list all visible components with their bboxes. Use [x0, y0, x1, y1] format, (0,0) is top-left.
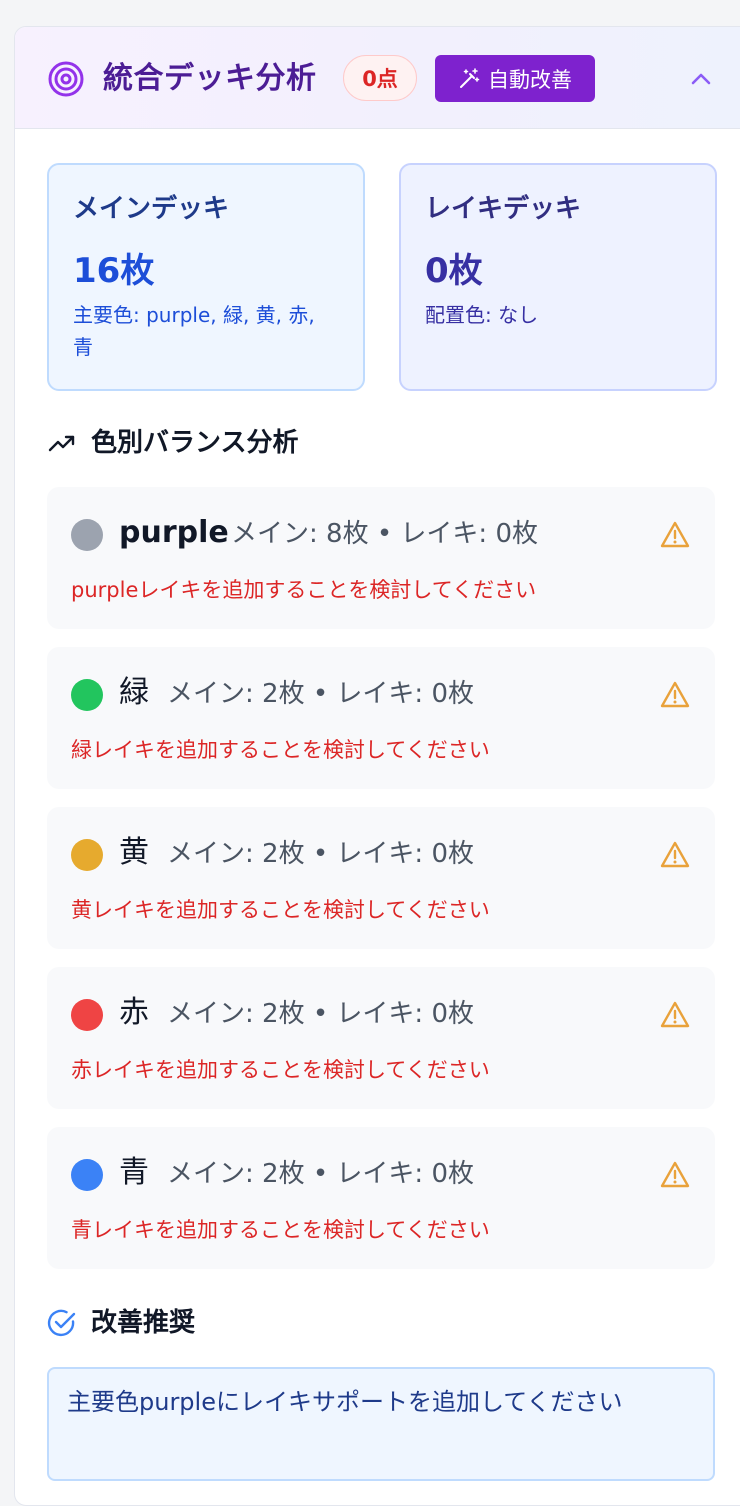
- warning-icon: [660, 1161, 690, 1188]
- color-message: 緑レイキを追加することを検討してください: [71, 738, 490, 762]
- recommendations-title: 改善推奨: [91, 1308, 196, 1338]
- color-name: purple: [119, 515, 229, 550]
- color-name: 緑: [119, 675, 149, 710]
- color-dot: [71, 519, 103, 551]
- main-deck-card: メインデッキ 16枚 主要色: purple, 緑, 黄, 赤, 青: [47, 163, 365, 391]
- chevron-up-icon[interactable]: [687, 65, 715, 93]
- balance-title: 色別バランス分析: [91, 428, 299, 458]
- leiki-deck-count: 0枚: [425, 251, 483, 291]
- leiki-deck-card: レイキデッキ 0枚 配置色: なし: [399, 163, 717, 391]
- score-badge: 0点: [343, 55, 417, 101]
- color-stats: メイン: 2枚 • レイキ: 0枚: [167, 1159, 474, 1189]
- panel-header[interactable]: 統合デッキ分析 0点 自動改善: [15, 27, 740, 129]
- color-row-green: 緑 メイン: 2枚 • レイキ: 0枚 緑レイキを追加することを検討してください: [47, 647, 715, 789]
- warning-icon: [660, 1001, 690, 1028]
- deck-analysis-panel: 統合デッキ分析 0点 自動改善 メインデッキ 16枚 主要色: purple, …: [14, 26, 740, 1506]
- magic-wand-icon: [460, 67, 480, 88]
- auto-improve-label: 自動改善: [488, 67, 572, 92]
- color-message: purpleレイキを追加することを検討してください: [71, 578, 537, 602]
- main-deck-colors: 主要色: purple, 緑, 黄, 赤, 青: [73, 303, 315, 359]
- color-message: 黄レイキを追加することを検討してください: [71, 898, 490, 922]
- color-stats: メイン: 2枚 • レイキ: 0枚: [167, 679, 474, 709]
- color-name: 赤: [119, 995, 149, 1030]
- panel-title: 統合デッキ分析: [103, 61, 317, 96]
- color-message: 青レイキを追加することを検討してください: [71, 1218, 490, 1242]
- main-deck-count: 16枚: [73, 251, 155, 291]
- color-name: 黄: [119, 835, 149, 870]
- leiki-deck-title: レイキデッキ: [425, 194, 582, 224]
- color-row-red: 赤 メイン: 2枚 • レイキ: 0枚 赤レイキを追加することを検討してください: [47, 967, 715, 1109]
- recommendations-section-title: 改善推奨: [47, 1305, 195, 1341]
- warning-icon: [660, 521, 690, 548]
- color-stats: メイン: 2枚 • レイキ: 0枚: [167, 839, 474, 869]
- warning-icon: [660, 681, 690, 708]
- color-stats: メイン: 2枚 • レイキ: 0枚: [167, 999, 474, 1029]
- color-dot: [71, 679, 103, 711]
- color-dot: [71, 999, 103, 1031]
- color-row-yellow: 黄 メイン: 2枚 • レイキ: 0枚 黄レイキを追加することを検討してください: [47, 807, 715, 949]
- color-stats: メイン: 8枚 • レイキ: 0枚: [231, 519, 538, 549]
- color-message: 赤レイキを追加することを検討してください: [71, 1058, 490, 1082]
- recommendation-item: 主要色purpleにレイキサポートを追加してください: [47, 1367, 715, 1481]
- check-circle-icon: [47, 1309, 76, 1337]
- warning-icon: [660, 841, 690, 868]
- main-deck-title: メインデッキ: [73, 194, 230, 224]
- leiki-deck-colors: 配置色: なし: [425, 303, 539, 327]
- balance-section-title: 色別バランス分析: [47, 425, 298, 461]
- auto-improve-button[interactable]: 自動改善: [435, 55, 595, 102]
- color-dot: [71, 839, 103, 871]
- color-dot: [71, 1159, 103, 1191]
- color-row-purple: purple メイン: 8枚 • レイキ: 0枚 purpleレイキを追加するこ…: [47, 487, 715, 629]
- trending-up-icon: [48, 435, 75, 452]
- color-name: 青: [119, 1155, 149, 1190]
- target-icon: [48, 61, 84, 97]
- color-row-blue: 青 メイン: 2枚 • レイキ: 0枚 青レイキを追加することを検討してください: [47, 1127, 715, 1269]
